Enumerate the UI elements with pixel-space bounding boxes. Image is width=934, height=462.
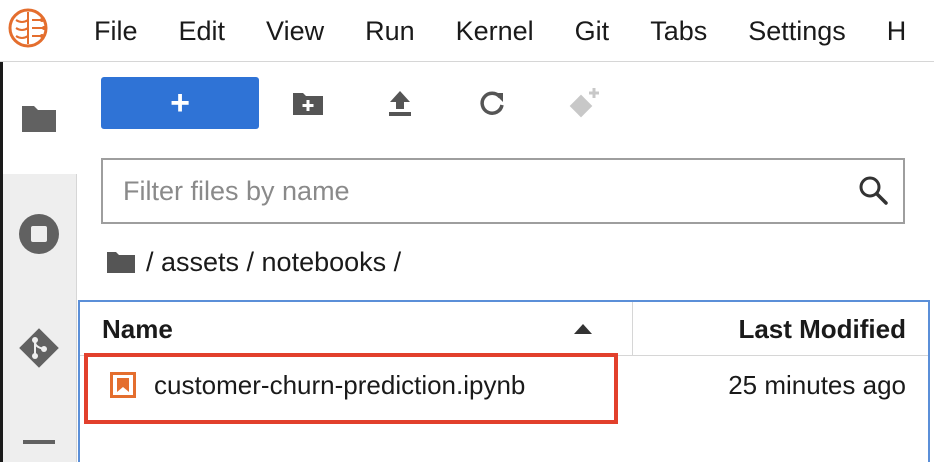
menu-help[interactable]: H xyxy=(887,16,907,47)
window-left-edge xyxy=(0,62,3,462)
table-row[interactable]: customer-churn-prediction.ipynb 25 minut… xyxy=(80,358,928,414)
file-browser-panel: + / assets xyxy=(78,62,934,462)
stop-circle-icon xyxy=(18,214,59,254)
file-listing: Name Last Modified customer-churn-predic… xyxy=(78,300,930,462)
menu-settings[interactable]: Settings xyxy=(748,16,846,47)
refresh-button[interactable] xyxy=(468,77,516,129)
refresh-icon xyxy=(480,91,504,115)
new-folder-icon xyxy=(293,93,323,115)
listing-header: Name Last Modified xyxy=(80,302,928,356)
menu-bar: File Edit View Run Kernel Git Tabs Setti… xyxy=(0,0,934,62)
jupyter-brain-logo-icon[interactable] xyxy=(6,6,50,50)
menu-tabs[interactable]: Tabs xyxy=(650,16,707,47)
upload-icon xyxy=(389,91,411,116)
file-last-modified: 25 minutes ago xyxy=(728,370,906,400)
sidebar-tab-toc[interactable] xyxy=(0,432,77,462)
sidebar-tab-running[interactable] xyxy=(0,202,77,266)
filter-files-input[interactable] xyxy=(121,160,841,222)
new-folder-button[interactable] xyxy=(284,77,332,129)
sort-ascending-icon[interactable] xyxy=(572,322,594,336)
folder-icon xyxy=(21,106,56,132)
column-header-name[interactable]: Name xyxy=(102,314,173,345)
file-name[interactable]: customer-churn-prediction.ipynb xyxy=(154,370,525,401)
git-clone-button[interactable] xyxy=(560,77,608,129)
column-header-last-modified[interactable]: Last Modified xyxy=(738,314,906,345)
breadcrumb: / assets / notebooks / xyxy=(106,242,401,282)
menu-git[interactable]: Git xyxy=(575,16,610,47)
menu-run[interactable]: Run xyxy=(365,16,415,47)
new-launcher-button[interactable]: + xyxy=(101,77,259,129)
menu-file[interactable]: File xyxy=(94,16,138,47)
sidebar-tab-git[interactable] xyxy=(0,316,77,380)
notebook-icon xyxy=(110,372,136,398)
sidebar-tab-file-browser[interactable] xyxy=(0,86,77,150)
menu-kernel[interactable]: Kernel xyxy=(456,16,534,47)
upload-button[interactable] xyxy=(376,77,424,129)
filter-box xyxy=(101,158,905,224)
list-icon xyxy=(22,440,55,444)
menu-edit[interactable]: Edit xyxy=(179,16,226,47)
left-sidebar xyxy=(0,62,77,462)
search-icon[interactable] xyxy=(857,174,889,206)
breadcrumb-path[interactable]: / assets / notebooks / xyxy=(146,247,401,278)
git-clone-icon xyxy=(569,88,599,118)
column-divider[interactable] xyxy=(632,302,633,356)
menu-view[interactable]: View xyxy=(266,16,324,47)
folder-icon[interactable] xyxy=(106,250,136,274)
menu-items: File Edit View Run Kernel Git Tabs Setti… xyxy=(94,0,934,62)
new-launcher-label: + xyxy=(170,84,190,122)
git-icon xyxy=(18,328,59,368)
